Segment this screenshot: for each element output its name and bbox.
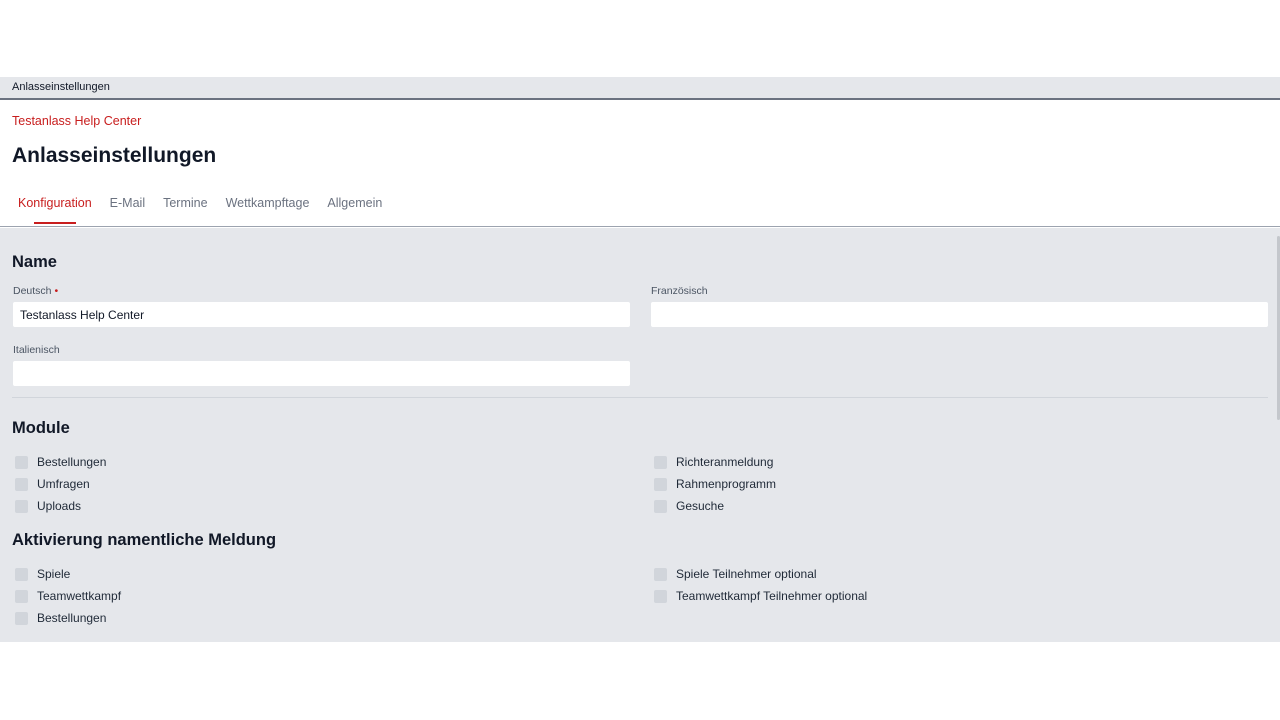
checkbox-row-spiele[interactable]: Spiele [15,566,70,582]
checkbox-label: Rahmenprogramm [676,477,777,491]
tab-termine[interactable]: Termine [154,188,216,224]
deutsch-name-input[interactable] [12,301,631,328]
window-title: Anlasseinstellungen [12,81,110,93]
checkbox-row-gesuche[interactable]: Gesuche [654,498,724,514]
checkbox-row-bestellungen-meldung[interactable]: Bestellungen [15,610,106,626]
checkbox-label: Umfragen [37,477,90,491]
checkbox-rahmenprogramm[interactable] [654,477,667,491]
checkbox-bestellungen[interactable] [15,455,28,469]
checkbox-row-rahmenprogramm[interactable]: Rahmenprogramm [654,476,776,492]
checkbox-spiele-teilnehmer-optional[interactable] [654,567,667,581]
checkbox-umfragen[interactable] [15,477,28,491]
checkbox-label: Bestellungen [37,611,107,625]
italienisch-name-input[interactable] [12,360,631,387]
checkbox-row-spiele-teilnehmer-optional[interactable]: Spiele Teilnehmer optional [654,566,817,582]
tab-wettkampftage[interactable]: Wettkampftage [217,188,319,224]
tab-bar: Konfiguration E-Mail Termine Wettkampfta… [9,188,391,224]
field-label-deutsch-text: Deutsch [13,285,52,297]
section-title-module: Module [12,419,70,437]
breadcrumb-event-link[interactable]: Testanlass Help Center [12,114,141,128]
checkbox-spiele[interactable] [15,567,28,581]
checkbox-richteranmeldung[interactable] [654,455,667,469]
field-label-deutsch: Deutsch • [13,285,58,297]
page-title: Anlasseinstellungen [12,144,217,167]
checkbox-label: Bestellungen [37,455,107,469]
checkbox-row-uploads[interactable]: Uploads [15,498,81,514]
checkbox-bestellungen-meldung[interactable] [15,611,28,625]
checkbox-label: Spiele [37,567,71,581]
checkbox-row-umfragen[interactable]: Umfragen [15,476,90,492]
checkbox-row-richteranmeldung[interactable]: Richteranmeldung [654,454,773,470]
required-indicator: • [54,285,59,297]
tab-konfiguration[interactable]: Konfiguration [9,188,101,224]
checkbox-label: Gesuche [676,499,725,513]
checkbox-uploads[interactable] [15,499,28,513]
checkbox-row-bestellungen[interactable]: Bestellungen [15,454,106,470]
section-title-name: Name [12,253,57,271]
checkbox-teamwettkampf[interactable] [15,589,28,603]
section-divider [12,397,1268,398]
tab-allgemein[interactable]: Allgemein [318,188,391,224]
checkbox-row-teamwettkampf-teilnehmer-optional[interactable]: Teamwettkampf Teilnehmer optional [654,588,867,604]
field-label-franzoesisch: Französisch [651,285,708,297]
checkbox-label: Teamwettkampf Teilnehmer optional [676,589,868,603]
checkbox-label: Uploads [37,499,82,513]
checkbox-label: Teamwettkampf [37,589,122,603]
checkbox-label: Spiele Teilnehmer optional [676,567,817,581]
tab-email[interactable]: E-Mail [101,188,154,224]
checkbox-gesuche[interactable] [654,499,667,513]
page-header: Testanlass Help Center Anlasseinstellung… [0,100,1280,227]
franzoesisch-name-input[interactable] [650,301,1269,328]
settings-panel: Name Deutsch• Französisch Italienisch Mo… [0,228,1280,642]
window-title-bar: Anlasseinstellungen [0,77,1280,100]
checkbox-teamwettkampf-teilnehmer-optional[interactable] [654,589,667,603]
checkbox-label: Richteranmeldung [676,455,774,469]
checkbox-row-teamwettkampf[interactable]: Teamwettkampf [15,588,121,604]
field-label-italienisch: Italienisch [13,344,60,356]
section-title-aktivierung: Aktivierung namentliche Meldung [12,531,277,549]
